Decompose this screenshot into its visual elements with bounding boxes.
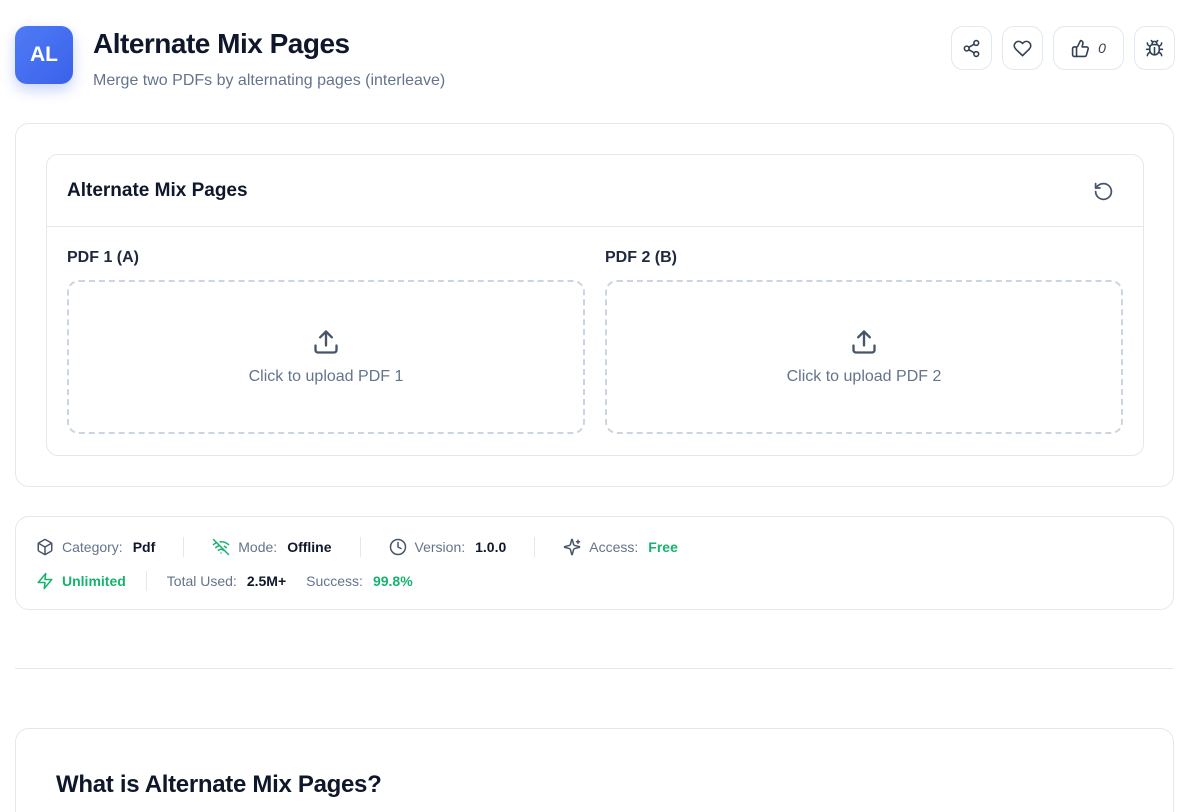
tool-container: Alternate Mix Pages PDF 1 (A) Click to u… [15,123,1174,487]
meta-category-value: Pdf [132,539,156,555]
clock-icon [389,538,406,556]
thumbs-up-icon [1071,39,1090,57]
like-button[interactable]: 0 [1053,26,1124,70]
lightning-icon [37,572,53,590]
pdf1-upload-text: Click to upload PDF 1 [248,368,404,385]
app-logo: AL [15,26,73,84]
favorite-button[interactable] [1002,26,1043,70]
meta-mode: Mode: Offline [212,538,332,556]
meta-total-used: Total Used: 2.5M+ [167,573,286,589]
meta-total-value: 2.5M+ [246,573,287,589]
tool-panel: Alternate Mix Pages PDF 1 (A) Click to u… [46,154,1144,456]
about-section: What is Alternate Mix Pages? [15,728,1174,812]
share-icon [963,39,980,57]
tool-title: Alternate Mix Pages [67,180,248,201]
package-icon [37,538,53,556]
upload-icon [852,330,876,354]
meta-category-key: Category: [62,539,123,555]
meta-total-key: Total Used: [166,573,237,589]
pdf2-upload-dropzone[interactable]: Click to upload PDF 2 [605,280,1123,434]
upload-icon [314,330,338,354]
page-header: AL Alternate Mix Pages Merge two PDFs by… [15,26,1175,96]
share-button[interactable] [951,26,992,70]
about-title: What is Alternate Mix Pages? [56,771,382,798]
meta-version-value: 1.0.0 [475,539,507,555]
pdf2-label: PDF 2 (B) [605,249,677,266]
reset-button[interactable] [1091,179,1115,203]
meta-row-2: Unlimited Total Used: 2.5M+ Success: 99.… [36,571,413,591]
meta-category: Category: Pdf [36,538,155,556]
meta-mode-key: Mode: [238,539,278,555]
reset-icon [1094,182,1112,200]
meta-unlimited-text: Unlimited [62,573,126,589]
wifi-off-icon [213,538,230,556]
meta-success-key: Success: [306,573,363,589]
meta-separator [183,537,185,557]
meta-separator [534,537,536,557]
meta-row-1: Category: Pdf Mode: Offline Version: 1.0… [36,537,678,557]
pdf1-label: PDF 1 (A) [67,249,139,266]
tool-meta-card: Category: Pdf Mode: Offline Version: 1.0… [15,516,1174,610]
header-actions: 0 [951,26,1175,70]
heart-icon [1013,40,1032,56]
meta-success: Success: 99.8% [306,573,413,589]
meta-access-value: Free [648,539,678,555]
sparkles-icon [563,538,581,556]
tool-panel-header: Alternate Mix Pages [47,155,1143,227]
meta-separator [359,537,361,557]
section-divider [15,668,1174,669]
like-count: 0 [1098,40,1106,56]
pdf2-section: PDF 2 (B) Click to upload PDF 2 [605,249,1123,434]
meta-version: Version: 1.0.0 [389,538,507,556]
bug-icon [1145,39,1164,56]
pdf2-upload-text: Click to upload PDF 2 [786,368,942,385]
page-subtitle: Merge two PDFs by alternating pages (int… [93,72,446,89]
meta-success-value: 99.8% [372,573,413,589]
meta-version-key: Version: [414,539,466,555]
meta-access-key: Access: [589,539,639,555]
pdf1-section: PDF 1 (A) Click to upload PDF 1 [67,249,585,434]
meta-separator [145,571,147,591]
report-bug-button[interactable] [1134,26,1175,70]
pdf1-upload-dropzone[interactable]: Click to upload PDF 1 [67,280,585,434]
page-title: Alternate Mix Pages [93,28,350,59]
meta-access: Access: Free [563,538,678,556]
meta-unlimited: Unlimited [36,572,126,590]
meta-mode-value: Offline [287,539,332,555]
